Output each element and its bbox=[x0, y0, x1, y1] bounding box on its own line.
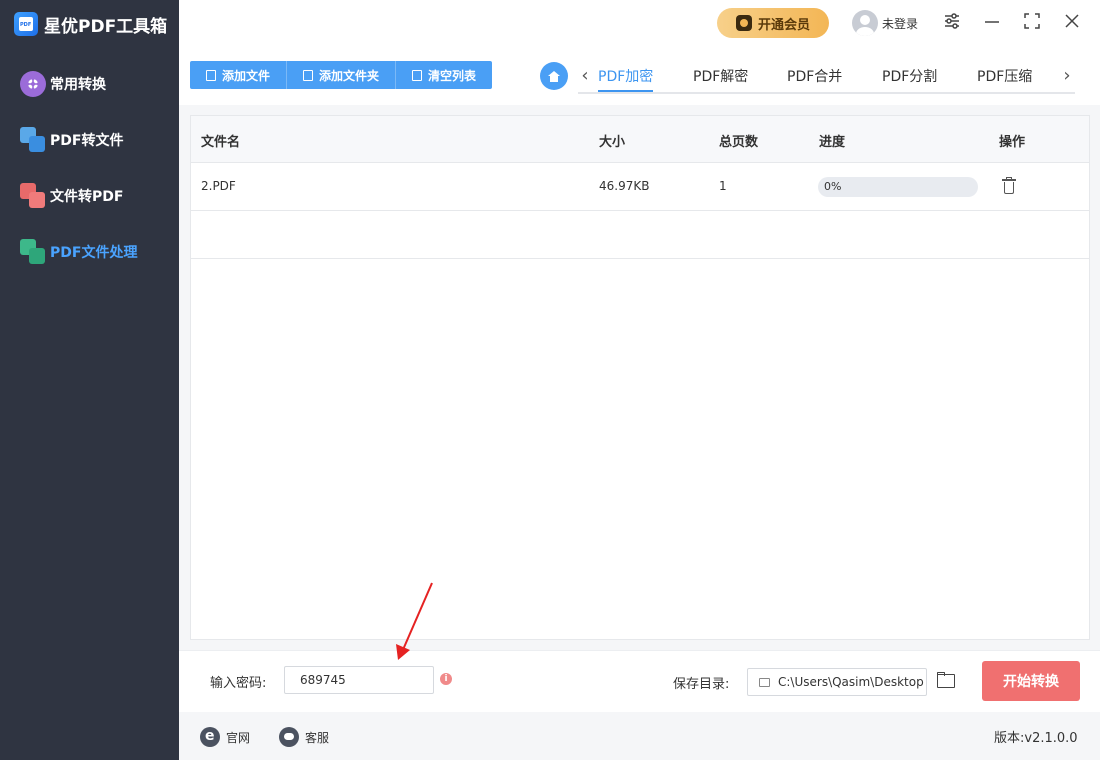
password-label: 输入密码: bbox=[210, 676, 267, 691]
avatar-icon bbox=[852, 10, 878, 36]
support-label: 客服 bbox=[305, 730, 330, 745]
annotation-arrow bbox=[396, 582, 433, 660]
user-login[interactable]: 未登录 bbox=[852, 10, 918, 36]
add-folder-label: 添加文件夹 bbox=[319, 68, 380, 83]
table-header: 文件名 大小 总页数 进度 操作 bbox=[191, 116, 1089, 163]
maximize-icon[interactable] bbox=[1021, 12, 1043, 34]
tab-pdf-encrypt[interactable]: PDF加密 bbox=[598, 66, 654, 92]
file-name-cell: 2.PDF bbox=[201, 179, 236, 193]
table-row[interactable]: 2.PDF 46.97KB 1 0% bbox=[191, 163, 1089, 211]
user-label: 未登录 bbox=[882, 16, 919, 31]
chevron-right-icon[interactable]: › bbox=[1059, 64, 1075, 88]
file-table: 文件名 大小 总页数 进度 操作 2.PDF 46.97KB 1 0% bbox=[190, 115, 1090, 640]
sidebar: 星优PDF工具箱 常用转换 PDF转文件 文件转PDF PDF文件处理 bbox=[0, 0, 179, 760]
add-folder-button[interactable]: 添加文件夹 bbox=[287, 61, 397, 89]
add-file-label: 添加文件 bbox=[222, 68, 271, 83]
app-name: 星优PDF工具箱 bbox=[44, 16, 168, 37]
vip-button[interactable]: 开通会员 bbox=[717, 8, 829, 38]
folder-icon bbox=[303, 69, 314, 81]
sidebar-item-label: 常用转换 bbox=[50, 77, 106, 93]
file-icon bbox=[206, 69, 216, 81]
pdf-to-file-icon bbox=[20, 127, 46, 153]
delete-row-icon[interactable] bbox=[1002, 177, 1016, 194]
sidebar-item-label: PDF文件处理 bbox=[50, 245, 138, 261]
password-input[interactable] bbox=[284, 666, 434, 694]
save-dir-label: 保存目录: bbox=[673, 677, 730, 692]
tab-pdf-merge[interactable]: PDF合并 bbox=[787, 66, 842, 92]
start-convert-button[interactable]: 开始转换 bbox=[982, 661, 1080, 701]
browser-icon bbox=[200, 727, 220, 747]
column-header-name: 文件名 bbox=[201, 135, 241, 150]
vip-label: 开通会员 bbox=[757, 17, 810, 33]
save-dir-value: C:\Users\Qasim\Desktop bbox=[778, 675, 924, 689]
page-count-cell: 1 bbox=[719, 179, 727, 193]
apps-icon bbox=[20, 71, 46, 97]
settings-icon[interactable] bbox=[941, 12, 963, 34]
sidebar-item-file-to-pdf[interactable]: 文件转PDF bbox=[20, 181, 123, 211]
tab-pdf-decrypt[interactable]: PDF解密 bbox=[693, 66, 748, 92]
trash-icon bbox=[412, 69, 423, 81]
sidebar-item-label: 文件转PDF bbox=[50, 189, 124, 205]
close-icon[interactable] bbox=[1061, 12, 1083, 34]
chat-icon bbox=[279, 727, 299, 747]
website-label: 官网 bbox=[226, 730, 251, 745]
sidebar-item-pdf-processing[interactable]: PDF文件处理 bbox=[20, 237, 137, 267]
file-size-cell: 46.97KB bbox=[599, 179, 650, 193]
pdf-processing-icon bbox=[20, 239, 46, 265]
column-header-pages: 总页数 bbox=[719, 135, 759, 150]
progress-text: 0% bbox=[824, 180, 842, 193]
tab-pdf-split[interactable]: PDF分割 bbox=[882, 66, 937, 92]
support-link[interactable]: 客服 bbox=[279, 727, 329, 747]
progress-bar: 0% bbox=[818, 177, 978, 197]
add-file-button[interactable]: 添加文件 bbox=[190, 61, 288, 89]
column-header-progress: 进度 bbox=[819, 135, 846, 150]
crown-icon bbox=[735, 15, 752, 31]
version-text: 版本:v2.1.0.0 bbox=[994, 731, 1078, 746]
minimize-icon[interactable] bbox=[981, 12, 1003, 34]
file-to-pdf-icon bbox=[20, 183, 46, 209]
website-link[interactable]: 官网 bbox=[200, 727, 250, 747]
sidebar-item-label: PDF转文件 bbox=[50, 133, 124, 149]
home-icon[interactable] bbox=[540, 62, 568, 90]
column-header-actions: 操作 bbox=[999, 135, 1026, 150]
tab-bar: PDF加密 PDF解密 PDF合并 PDF分割 PDF压缩 bbox=[578, 60, 1075, 94]
column-header-size: 大小 bbox=[599, 135, 626, 150]
tab-pdf-compress[interactable]: PDF压缩 bbox=[977, 66, 1032, 92]
clear-list-button[interactable]: 清空列表 bbox=[396, 61, 492, 89]
file-toolbar: 添加文件 添加文件夹 清空列表 bbox=[190, 61, 493, 89]
sidebar-item-common-convert[interactable]: 常用转换 bbox=[20, 69, 106, 99]
folder-small-icon bbox=[759, 678, 770, 687]
app-title: 星优PDF工具箱 bbox=[14, 10, 167, 38]
app-logo-icon bbox=[14, 12, 38, 36]
sidebar-item-pdf-to-file[interactable]: PDF转文件 bbox=[20, 125, 123, 155]
clear-list-label: 清空列表 bbox=[428, 68, 477, 83]
table-row-empty bbox=[191, 211, 1089, 259]
save-dir-field[interactable]: C:\Users\Qasim\Desktop bbox=[747, 668, 927, 696]
info-icon[interactable]: i bbox=[440, 673, 452, 685]
open-folder-icon[interactable] bbox=[937, 672, 957, 690]
